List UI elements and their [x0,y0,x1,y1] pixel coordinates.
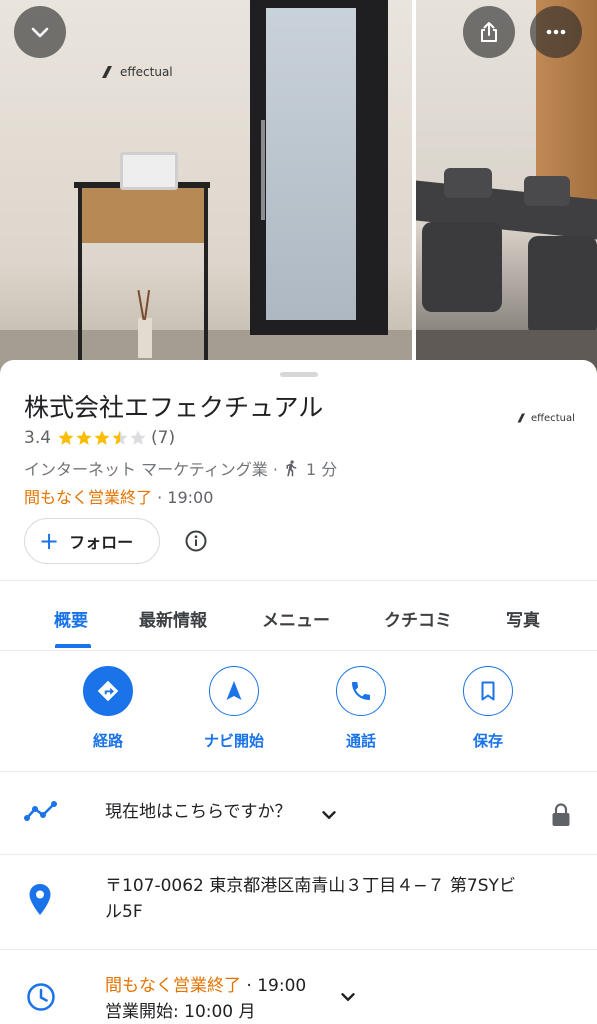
info-icon[interactable] [184,529,208,553]
tab-photos[interactable]: 写真 [506,606,540,631]
tab-reviews[interactable]: クチコミ [384,606,452,631]
save-button[interactable]: 保存 [433,666,543,751]
star-empty-icon [130,430,146,445]
directions-button[interactable]: 経路 [53,666,163,751]
wall-logo: effectual [100,64,173,80]
rating-value: 3.4 [24,428,52,448]
walking-icon [286,460,297,477]
logo-mark-icon [517,413,525,423]
chevron-down-icon[interactable] [318,804,340,826]
follow-label: フォロー [69,533,134,552]
location-pin-icon [29,884,51,915]
tab-overview[interactable]: 概要 [54,606,88,631]
start-navigation-button[interactable]: ナビ開始 [179,666,289,751]
close-time: · 19:00 [152,488,214,507]
address-row[interactable]: 〒107-0062 東京都港区南青山３丁目４−７ 第7SYビ ル5F [0,855,597,949]
logo-mark-icon [102,66,112,78]
hours-close: · 19:00 [241,976,307,996]
action-buttons: 経路 ナビ開始 通話 保存 [0,656,597,768]
chevron-down-icon [31,27,49,38]
directions-label: 経路 [92,732,123,750]
star-full-icon [76,430,92,445]
location-prompt-row[interactable]: 現在地はこちらですか？ [0,772,597,854]
category-row: インターネット マーケティング業 · 1 分 [24,456,337,480]
place-name: 株式会社エフェクチュアル [24,393,324,422]
photo-entrance[interactable]: effectual [0,0,412,375]
star-full-icon [94,430,110,445]
clock-icon [27,983,55,1011]
location-prompt-text: 現在地はこちらですか？ [105,802,292,822]
more-horiz-icon [546,29,566,35]
navigation-icon [226,681,242,700]
share-icon [481,22,497,42]
tab-updates[interactable]: 最新情報 [139,606,207,631]
save-label: 保存 [472,732,503,750]
open-status: 間もなく営業終了 [24,488,153,507]
lock-icon [552,803,570,826]
call-button[interactable]: 通話 [306,666,416,751]
review-count: (7) [151,428,176,448]
photo-meeting-room[interactable] [416,0,597,375]
bookmark-icon [481,681,495,701]
drag-handle[interactable] [280,372,318,377]
tablet-photo [120,152,178,190]
active-tab-indicator [55,644,91,648]
phone-icon [352,682,370,700]
divider [0,580,597,581]
star-full-icon [58,430,74,445]
share-button[interactable] [463,6,515,58]
hours-status: 間もなく営業終了 [105,976,241,996]
plus-icon: + [39,527,60,555]
category-text: インターネット マーケティング業 · [24,460,278,479]
start-navigation-label: ナビ開始 [203,732,264,750]
more-options-button[interactable] [530,6,582,58]
hours-row[interactable]: 間もなく営業終了 · 19:00 営業開始: 10:00 月 [0,950,597,1024]
tab-menu[interactable]: メニュー [262,606,330,631]
chevron-down-icon[interactable] [337,986,359,1008]
tab-bar: 概要 最新情報 メニュー クチコミ 写真 [0,582,597,650]
follow-button[interactable]: + フォロー [24,518,160,564]
hours-summary[interactable]: 間もなく営業終了 · 19:00 [24,484,213,508]
rating-row[interactable]: 3.4 (7) [24,428,175,448]
hours-text: 間もなく営業終了 · 19:00 営業開始: 10:00 月 [105,973,306,1024]
place-logo: effectual [516,412,575,424]
call-label: 通話 [345,732,376,750]
divider [0,650,597,651]
place-sheet: 株式会社エフェクチュアル effectual 3.4 (7) インターネット マ… [0,360,597,1024]
star-half-icon [112,430,128,445]
walk-time: 1 分 [305,460,338,479]
collapse-button[interactable] [14,6,66,58]
address-text: 〒107-0062 東京都港区南青山３丁目４−７ 第7SYビ ル5F [105,876,516,922]
star-rating [57,429,147,447]
hours-open: 営業開始: 10:00 月 [105,1002,256,1022]
photo-gallery[interactable]: effectual [0,0,597,375]
timeline-icon [24,801,57,821]
directions-icon [97,680,119,702]
